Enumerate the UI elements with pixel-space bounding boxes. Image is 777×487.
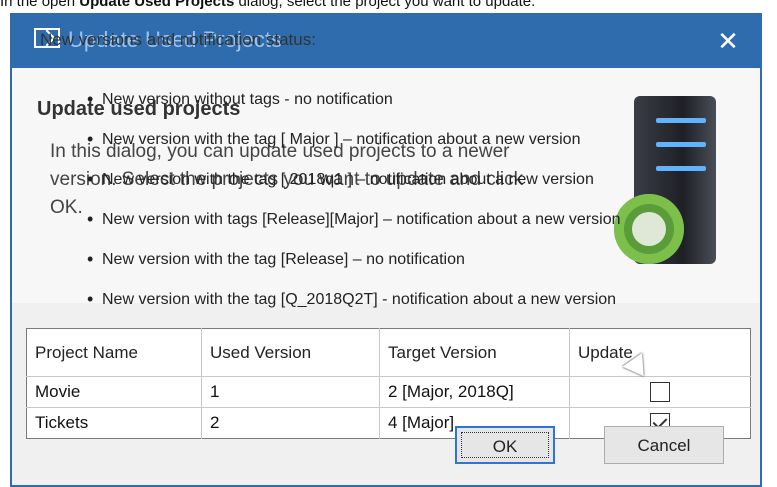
server-led — [656, 166, 706, 171]
close-icon: ✕ — [717, 26, 739, 56]
projects-table: Project Name Used Version Target Version… — [26, 328, 751, 439]
update-checkbox[interactable] — [649, 382, 670, 403]
column-header: Used Version — [201, 328, 380, 377]
target-version-cell: 2 [Major, 2018Q] — [379, 376, 570, 408]
dialog-titlebar: Update Used Projects ✕ — [10, 13, 762, 68]
column-header: Update — [578, 342, 633, 362]
header-description: In this dialog, you can update used proj… — [50, 141, 524, 218]
server-led — [656, 142, 706, 147]
dialog-title: Update Used Projects — [68, 27, 282, 52]
update-cell — [569, 376, 751, 408]
project-name-cell: Movie — [26, 376, 202, 408]
column-header: Target Version — [379, 328, 570, 377]
update-used-projects-dialog: Update Used Projects ✕ Update used proje… — [10, 13, 762, 487]
ok-button[interactable]: OK — [455, 426, 555, 464]
server-led — [656, 118, 706, 123]
column-header: Project Name — [26, 328, 202, 377]
close-button[interactable]: ✕ — [710, 23, 746, 59]
server-update-icon — [614, 96, 724, 271]
used-version-cell: 1 — [201, 376, 380, 408]
table-row[interactable]: Movie 1 2 [Major, 2018Q] — [26, 376, 751, 408]
cancel-button[interactable]: Cancel — [604, 426, 724, 464]
dialog-update-icon — [34, 28, 60, 48]
header-heading: Update used projects — [37, 98, 241, 120]
used-version-cell: 2 — [201, 407, 380, 439]
project-name-cell: Tickets — [26, 407, 202, 439]
dialog-header: Update used projects In this dialog, you… — [12, 68, 760, 303]
doc-instruction: In the open Update Used Projects dialog,… — [0, 0, 536, 10]
refresh-ring-icon — [614, 194, 684, 264]
